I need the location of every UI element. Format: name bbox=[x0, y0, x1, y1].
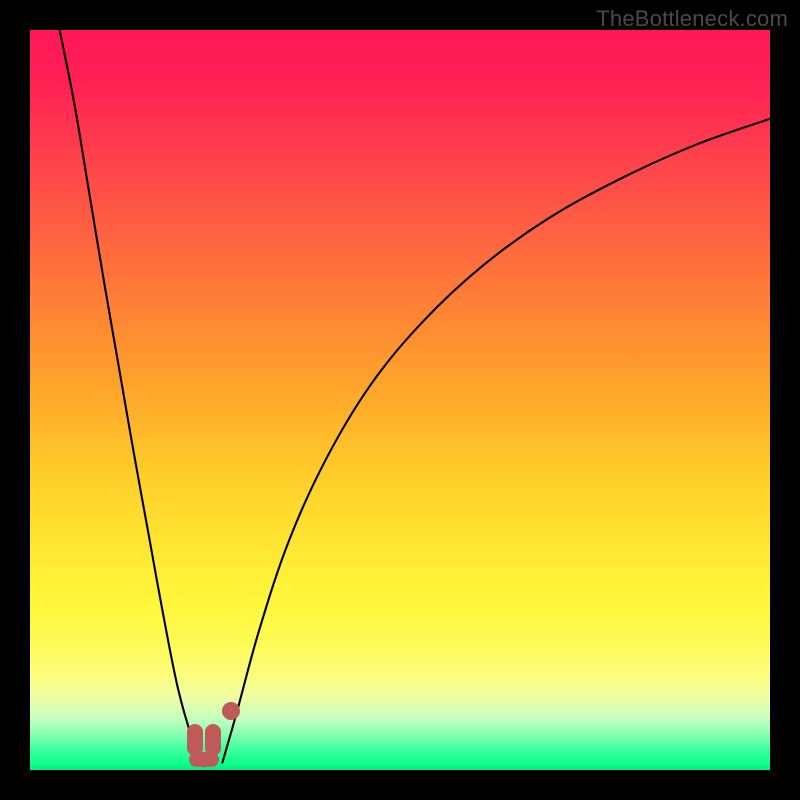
marker-u-base bbox=[189, 752, 219, 767]
watermark-text: TheBottleneck.com bbox=[596, 6, 788, 32]
marker-dot bbox=[222, 702, 240, 720]
chart-frame: TheBottleneck.com bbox=[0, 0, 800, 800]
right-branch-path bbox=[222, 119, 770, 763]
left-branch-path bbox=[60, 30, 204, 766]
bottleneck-curve bbox=[30, 30, 770, 770]
plot-area bbox=[30, 30, 770, 770]
